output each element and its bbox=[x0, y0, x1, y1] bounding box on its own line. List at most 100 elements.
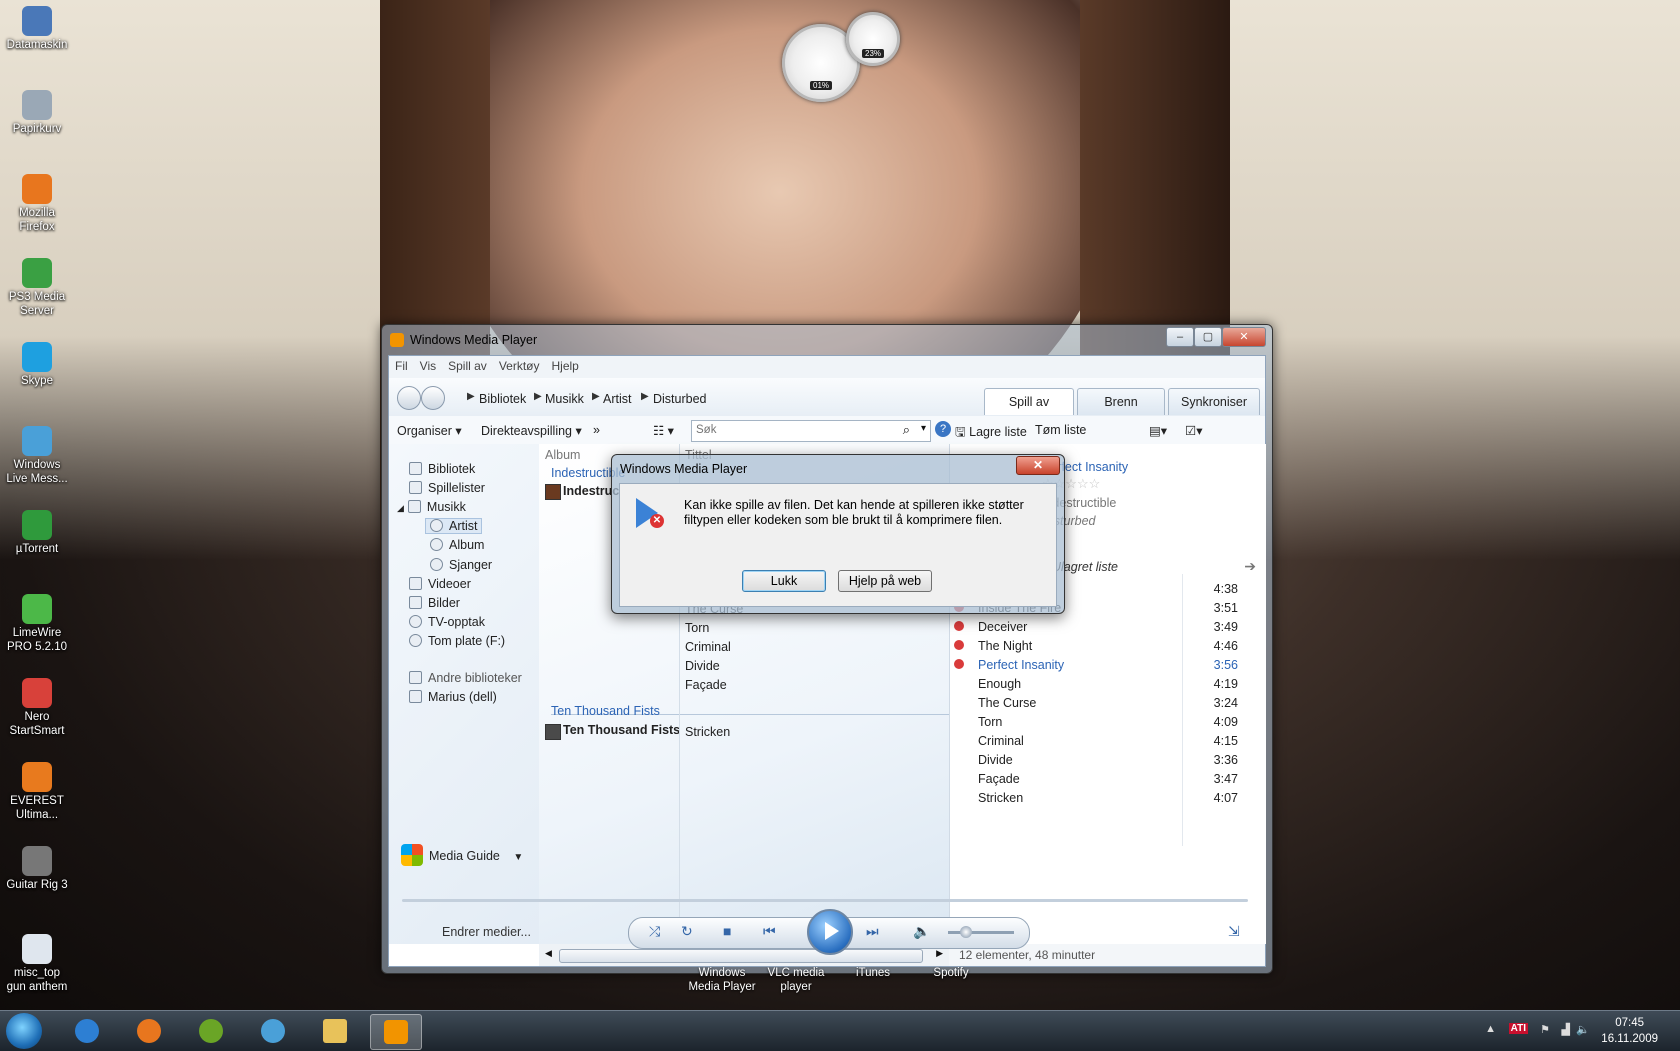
arrow-right-icon[interactable]: ➔ bbox=[1244, 558, 1256, 575]
taskbar-firefox[interactable] bbox=[124, 1014, 174, 1048]
search-icon[interactable]: ⌕ bbox=[903, 422, 910, 438]
playlist-row[interactable]: Divide 3:36 bbox=[950, 751, 1266, 770]
playlist-row[interactable]: Stricken 4:07 bbox=[950, 789, 1266, 808]
help-on-web-button[interactable]: Hjelp på web bbox=[838, 570, 932, 592]
nav-tv[interactable]: TV-opptak bbox=[409, 615, 485, 629]
close-button[interactable]: ✕ bbox=[1222, 327, 1266, 347]
group-link-ten-thousand-fists[interactable]: Ten Thousand Fists bbox=[551, 704, 660, 718]
view-options-icon[interactable]: ☷ ▾ bbox=[653, 423, 674, 438]
memory-gauge[interactable]: 23% bbox=[846, 12, 900, 66]
seek-bar[interactable] bbox=[402, 899, 1248, 902]
clear-list-button[interactable]: Tøm liste bbox=[1035, 423, 1086, 437]
desktop-icon[interactable]: LimeWire PRO 5.2.10 bbox=[4, 594, 70, 654]
help-icon[interactable]: ? bbox=[935, 421, 951, 437]
taskbar-media-player[interactable] bbox=[370, 1014, 422, 1050]
nav-playlists[interactable]: Spillelister bbox=[409, 481, 485, 495]
desktop-label-wmp[interactable]: Windows Media Player bbox=[684, 966, 760, 994]
desktop-icon[interactable]: Skype bbox=[4, 342, 70, 388]
taskbar-spotify[interactable] bbox=[186, 1014, 236, 1048]
nav-artist[interactable]: Artist bbox=[425, 518, 483, 534]
shuffle-icon[interactable]: ⤮ bbox=[649, 923, 660, 940]
breadcrumb-music[interactable]: Musikk bbox=[545, 392, 584, 406]
clock[interactable]: 07:45 16.11.2009 bbox=[1601, 1015, 1658, 1047]
desktop-icon[interactable]: Guitar Rig 3 bbox=[4, 846, 70, 892]
show-hidden-icons[interactable]: ▲ bbox=[1485, 1023, 1496, 1035]
back-button[interactable] bbox=[397, 386, 421, 410]
taskbar-explorer[interactable] bbox=[310, 1014, 360, 1048]
album-name[interactable]: Ten Thousand Fists bbox=[563, 723, 680, 737]
save-list-button[interactable]: 🖫 Lagre liste bbox=[955, 423, 1027, 444]
nav-music[interactable]: ◢ Musikk bbox=[397, 500, 466, 514]
network-icon[interactable]: ▟ bbox=[1562, 1023, 1570, 1036]
organize-button[interactable]: Organiser ▾ bbox=[397, 423, 462, 438]
taskbar-messenger[interactable] bbox=[248, 1014, 298, 1048]
nav-library[interactable]: Bibliotek bbox=[409, 462, 475, 476]
media-guide-button[interactable]: Media Guide ▼ bbox=[401, 844, 523, 866]
volume-thumb[interactable] bbox=[960, 926, 972, 938]
tab-burn[interactable]: Brenn bbox=[1077, 388, 1165, 415]
ati-tray-icon[interactable]: ATI bbox=[1508, 1023, 1528, 1034]
desktop-icon[interactable]: µTorrent bbox=[4, 510, 70, 556]
track-row[interactable]: Façade bbox=[685, 678, 727, 692]
desktop-label-spotify[interactable]: Spotify bbox=[926, 966, 976, 980]
dialog-close-action-button[interactable]: Lukk bbox=[742, 570, 826, 592]
playlist-row[interactable]: Criminal 4:15 bbox=[950, 732, 1266, 751]
breadcrumb-disturbed[interactable]: Disturbed bbox=[653, 392, 707, 406]
desktop-icon[interactable]: EVEREST Ultima... bbox=[4, 762, 70, 822]
next-icon[interactable]: ⏭ bbox=[866, 923, 879, 940]
nav-other-libraries[interactable]: Andre biblioteker bbox=[409, 671, 522, 685]
desktop-icon[interactable]: PS3 Media Server bbox=[4, 258, 70, 318]
track-row[interactable]: Stricken bbox=[685, 725, 730, 739]
search-dropdown-icon[interactable]: ▾ bbox=[921, 423, 926, 434]
play-button[interactable] bbox=[807, 909, 853, 955]
nav-videos[interactable]: Videoer bbox=[409, 577, 471, 591]
switch-to-now-playing-icon[interactable]: ⇲ bbox=[1228, 923, 1240, 940]
playlist-row[interactable]: Enough 4:19 bbox=[950, 675, 1266, 694]
stream-button[interactable]: Direkteavspilling ▾ bbox=[481, 423, 582, 438]
playlist-row[interactable]: The Night 4:46 bbox=[950, 637, 1266, 656]
repeat-icon[interactable]: ↻ bbox=[681, 923, 693, 940]
previous-icon[interactable]: ⏮ bbox=[763, 923, 776, 940]
action-center-flag-icon[interactable]: ⚑ bbox=[1540, 1023, 1550, 1036]
menu-help[interactable]: Hjelp bbox=[546, 356, 585, 373]
track-row[interactable]: Torn bbox=[685, 621, 709, 635]
desktop-icon[interactable]: misc_top gun anthem bbox=[4, 934, 70, 994]
dialog-close-button[interactable]: ✕ bbox=[1016, 456, 1060, 475]
nav-album[interactable]: Album bbox=[430, 538, 484, 552]
nav-blank-disc[interactable]: Tom plate (F:) bbox=[409, 634, 505, 648]
stop-icon[interactable]: ■ bbox=[723, 923, 731, 939]
desktop-icon[interactable]: Windows Live Mess... bbox=[4, 426, 70, 486]
track-row[interactable]: Divide bbox=[685, 659, 720, 673]
desktop-icon[interactable]: Mozilla Firefox bbox=[4, 174, 70, 234]
forward-button[interactable] bbox=[421, 386, 445, 410]
start-button[interactable] bbox=[6, 1013, 42, 1049]
desktop-icon[interactable]: Papirkurv bbox=[4, 90, 70, 136]
column-album[interactable]: Album bbox=[545, 448, 580, 462]
menu-tools[interactable]: Verktøy bbox=[493, 356, 546, 373]
nav-pictures[interactable]: Bilder bbox=[409, 596, 460, 610]
playlist-row[interactable]: Façade 3:47 bbox=[950, 770, 1266, 789]
menu-play[interactable]: Spill av bbox=[442, 356, 493, 373]
track-row[interactable]: Criminal bbox=[685, 640, 731, 654]
list-options-icon[interactable]: ▤▾ bbox=[1149, 423, 1167, 438]
playlist-row[interactable]: Deceiver 3:49 bbox=[950, 618, 1266, 637]
desktop-icon[interactable]: Nero StartSmart bbox=[4, 678, 70, 738]
minimize-button[interactable]: – bbox=[1166, 327, 1194, 347]
desktop-label-vlc[interactable]: VLC media player bbox=[764, 966, 828, 994]
taskbar-internet-explorer[interactable] bbox=[62, 1014, 112, 1048]
breadcrumb-artist[interactable]: Artist bbox=[603, 392, 631, 406]
maximize-button[interactable]: ▢ bbox=[1194, 327, 1222, 347]
more-button[interactable]: » bbox=[593, 423, 600, 437]
playlist-row[interactable]: Torn 4:09 bbox=[950, 713, 1266, 732]
desktop-label-itunes[interactable]: iTunes bbox=[848, 966, 898, 980]
playlist-row[interactable]: Perfect Insanity 3:56 bbox=[950, 656, 1266, 675]
volume-tray-icon[interactable]: 🔈 bbox=[1576, 1023, 1590, 1036]
menu-view[interactable]: Vis bbox=[414, 356, 442, 373]
playlist-row[interactable]: The Curse 3:24 bbox=[950, 694, 1266, 713]
playlist-menu-icon[interactable]: ☑▾ bbox=[1185, 423, 1202, 438]
search-input[interactable] bbox=[692, 421, 890, 439]
nav-genre[interactable]: Sjanger bbox=[430, 558, 492, 572]
volume-slider[interactable] bbox=[948, 926, 1014, 938]
breadcrumb-library[interactable]: Bibliotek bbox=[479, 392, 526, 406]
tab-play[interactable]: Spill av bbox=[984, 388, 1074, 415]
